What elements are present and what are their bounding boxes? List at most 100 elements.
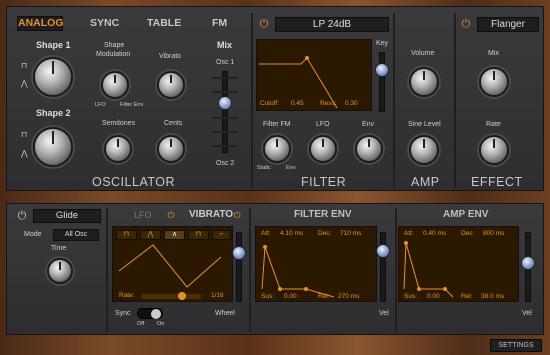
cents-label: Cents	[164, 120, 183, 127]
glide-time-knob[interactable]	[47, 258, 73, 284]
tab-table[interactable]: TABLE	[147, 17, 181, 29]
tab-analog[interactable]: ANALOG	[17, 16, 64, 31]
power-icon[interactable]: ⏻	[164, 208, 178, 222]
filter-type-selector[interactable]: LP 24dB	[275, 17, 389, 32]
cutoff-label: Cutoff:	[260, 100, 280, 107]
tab-sync[interactable]: SYNC	[90, 17, 119, 29]
power-icon[interactable]: ⏻	[230, 208, 244, 222]
sync-on-label: On	[157, 321, 165, 327]
filter-env-title: FILTER ENV	[294, 209, 352, 220]
lfo-rate-handle[interactable]	[178, 292, 186, 300]
lfo-rate-bar[interactable]	[141, 294, 201, 299]
filter-title: FILTER	[301, 175, 347, 189]
osc-mix-slider[interactable]	[218, 96, 232, 110]
sus-label: Sus:	[261, 293, 275, 300]
top-panel: ANALOG SYNC TABLE FM Shape 1 Shape 2 ⊓ ⋀…	[6, 6, 544, 191]
effect-mix-knob[interactable]	[479, 67, 509, 97]
filter-lfo-knob[interactable]	[309, 135, 337, 163]
saw-wave-icon: ⋀	[21, 79, 28, 88]
amp-env-title: AMP ENV	[443, 209, 489, 220]
dec-label: Dec:	[461, 230, 475, 237]
oscillator-title: OSCILLATOR	[92, 175, 176, 189]
sine-level-label: Sine Level	[408, 121, 441, 128]
dec-value: 710 ms	[340, 230, 362, 237]
effect-type-selector[interactable]: Flanger	[477, 17, 539, 32]
lfo-depth-track	[236, 232, 242, 302]
mode-label: Mode	[24, 231, 42, 238]
reso-label: Reso:	[320, 100, 337, 107]
mix-label: Mix	[217, 40, 233, 50]
shape2-label: Shape 2	[36, 108, 71, 118]
sync-toggle-knob	[151, 309, 161, 319]
sync-label: Sync	[115, 310, 131, 317]
sine-level-knob[interactable]	[409, 135, 439, 165]
shape-mod-label2: Modulation	[96, 51, 131, 58]
amp-env-display: Att: 0.40 ms Dec: 800 ms Sus: 0.00 Rel: …	[398, 226, 519, 302]
semitones-knob[interactable]	[104, 135, 132, 163]
filter-fm-label: Filter FM	[263, 121, 291, 128]
tick	[212, 131, 238, 133]
effect-title: EFFECT	[471, 175, 523, 189]
cutoff-value: 0.45	[291, 100, 304, 107]
tab-fm[interactable]: FM	[212, 17, 227, 29]
shape1-label: Shape 1	[36, 40, 71, 50]
shape1-knob[interactable]	[33, 57, 73, 97]
filter-env-vel-slider[interactable]	[376, 244, 390, 258]
rel-value: 270 ms	[338, 293, 360, 300]
shape-mod-label: Shape	[104, 42, 125, 49]
amp-title: AMP	[411, 175, 440, 189]
lfo-display: ⊓ ⋀ ∧ ⊓ ⌐ Rate: 1/16	[112, 226, 233, 302]
divider	[454, 13, 456, 188]
amp-env-curve	[403, 241, 454, 298]
semitones-label: Semitones	[102, 120, 136, 127]
power-icon[interactable]: ⏻	[459, 17, 473, 31]
tick	[212, 77, 238, 79]
shape2-knob[interactable]	[33, 127, 73, 167]
settings-button[interactable]: SETTINGS	[490, 339, 542, 352]
shape-mod-knob[interactable]	[101, 71, 129, 99]
volume-knob[interactable]	[409, 67, 439, 97]
cents-knob[interactable]	[157, 135, 185, 163]
filter-env-vel-track	[380, 232, 386, 302]
sus-value: 0.00	[284, 293, 297, 300]
key-slider[interactable]	[375, 63, 389, 77]
glide-button[interactable]: Glide	[33, 209, 101, 223]
filter-env-curve	[261, 245, 335, 298]
sus-label: Sus:	[404, 293, 418, 300]
amp-env-vel-slider[interactable]	[521, 256, 535, 270]
wheel-label: Wheel	[215, 310, 235, 317]
sync-toggle[interactable]	[137, 308, 163, 319]
tick	[212, 117, 238, 119]
filter-env-vel-label: Vel	[379, 310, 389, 317]
lfo-rate-label: Rate:	[119, 292, 135, 299]
filter-fm-knob[interactable]	[263, 135, 291, 163]
osc-mix-track	[222, 71, 228, 153]
sync-off-label: Off	[137, 321, 145, 327]
bottom-panel: ⏻ Glide Mode All Osc Time LFO ⏻ VIBRATO …	[6, 203, 544, 335]
power-icon[interactable]: ⏻	[257, 17, 271, 31]
square-wave-icon: ⊓	[21, 61, 28, 70]
lfo-label: LFO	[95, 102, 106, 108]
lfo-depth-slider[interactable]	[232, 246, 246, 260]
lfo-tab[interactable]: LFO	[134, 210, 152, 220]
divider	[249, 208, 251, 332]
power-icon[interactable]: ⏻	[15, 209, 29, 223]
osc2-label: Osc 2	[216, 160, 235, 167]
lfo-rate-value: 1/16	[211, 292, 224, 299]
tick	[212, 145, 238, 147]
divider	[395, 208, 397, 332]
mode-selector[interactable]: All Osc	[53, 229, 99, 241]
filter-env-label: Filter Env	[120, 102, 144, 108]
effect-rate-label: Rate	[486, 121, 501, 128]
effect-rate-knob[interactable]	[479, 135, 509, 165]
volume-label: Volume	[411, 50, 435, 57]
filter-env-knob[interactable]	[355, 135, 383, 163]
static-label: Static	[257, 165, 271, 171]
divider	[106, 208, 108, 332]
vibrato-tab[interactable]: VIBRATO	[189, 209, 233, 220]
att-value: 4.10 ms	[280, 230, 304, 237]
rel-label: Rel:	[461, 293, 473, 300]
vibrato-knob[interactable]	[157, 71, 185, 99]
key-track	[379, 52, 385, 112]
square-wave-icon: ⊓	[21, 130, 28, 139]
